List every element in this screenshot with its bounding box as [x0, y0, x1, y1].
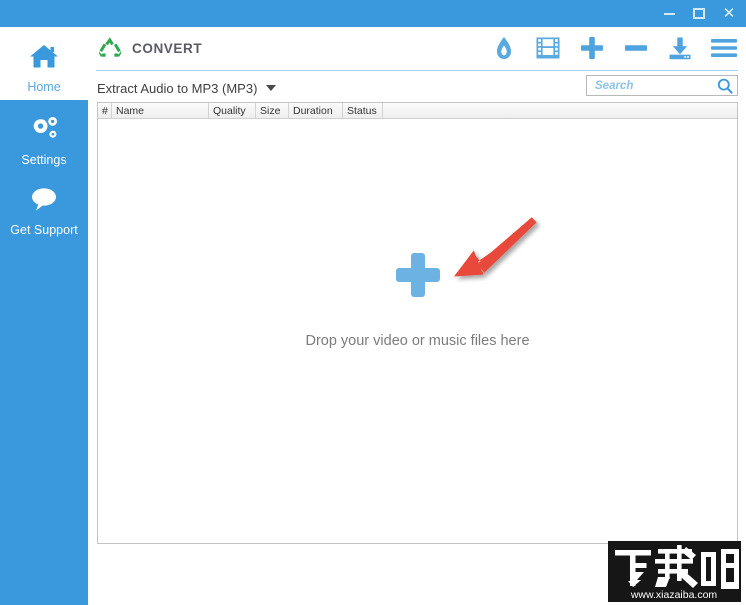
- search-icon[interactable]: [717, 78, 733, 99]
- sidebar-item-home[interactable]: Home: [0, 27, 88, 100]
- close-icon: ✕: [722, 4, 736, 22]
- speech-bubble-icon: [32, 188, 56, 211]
- search-box[interactable]: [586, 75, 738, 96]
- search-icon-glyph: [717, 78, 733, 94]
- drop-zone-message: Drop your video or music files here: [305, 333, 530, 349]
- plus-icon-glyph: [581, 37, 603, 59]
- maximize-button[interactable]: [684, 0, 714, 27]
- minimize-button[interactable]: [654, 0, 684, 27]
- gears-icon: [33, 117, 57, 138]
- column-header-size[interactable]: Size: [256, 103, 289, 118]
- brand-title: CONVERT: [132, 40, 203, 56]
- column-header-filler: [383, 103, 737, 118]
- close-button[interactable]: ✕: [714, 0, 744, 27]
- gears-icon-wrap: [0, 100, 88, 150]
- hamburger-menu-icon[interactable]: [710, 32, 738, 64]
- header-separator: [96, 70, 738, 71]
- home-icon-wrap: [0, 27, 88, 77]
- output-format-dropdown[interactable]: Extract Audio to MP3 (MP3): [97, 78, 277, 98]
- app-header: CONVERT: [88, 27, 746, 69]
- film-strip-icon-glyph: [536, 37, 560, 59]
- column-header-quality[interactable]: Quality: [209, 103, 256, 118]
- column-header-duration[interactable]: Duration: [289, 103, 343, 118]
- minimize-icon: [663, 12, 675, 15]
- minus-icon[interactable]: [622, 32, 650, 64]
- hamburger-menu-icon-glyph: [711, 39, 737, 57]
- sidebar-item-label-support: Get Support: [10, 223, 78, 237]
- main-content: CONVERT Extract Audio to MP3 (MP3) Searc…: [88, 27, 746, 605]
- chevron-down-icon: [266, 85, 277, 91]
- sidebar-item-get-support[interactable]: Get Support: [0, 170, 88, 240]
- column-header-index[interactable]: #: [98, 103, 112, 118]
- sidebar-item-label-settings: Settings: [21, 153, 67, 167]
- home-icon: [30, 44, 58, 67]
- sidebar-item-settings[interactable]: Settings: [0, 100, 88, 170]
- plus-icon[interactable]: [578, 32, 606, 64]
- brand: CONVERT: [97, 32, 202, 64]
- preset-row: Extract Audio to MP3 (MP3): [88, 75, 746, 103]
- speech-bubble-icon-wrap: [0, 170, 88, 220]
- plus-icon[interactable]: [395, 253, 440, 297]
- sidebar: Home Settings Get Support: [0, 27, 88, 605]
- application-window: ✕ Home Settings Get Support CONVERT Extr…: [0, 0, 746, 605]
- search-input[interactable]: [593, 78, 707, 93]
- download-icon-glyph: [669, 37, 691, 59]
- maximize-icon: [693, 8, 705, 19]
- title-bar: ✕: [0, 0, 746, 27]
- minus-icon-glyph: [625, 45, 647, 51]
- column-header-status[interactable]: Status: [343, 103, 383, 118]
- column-header-name[interactable]: Name: [112, 103, 209, 118]
- recycle-icon: [99, 36, 122, 57]
- download-icon[interactable]: [666, 32, 694, 64]
- sidebar-item-label-home: Home: [27, 80, 61, 94]
- flame-icon[interactable]: [490, 32, 518, 64]
- output-format-label: Extract Audio to MP3 (MP3): [97, 80, 258, 96]
- toolbar: [490, 30, 738, 66]
- file-list-panel: # Name Quality Size Duration Status Drop…: [97, 102, 738, 544]
- film-strip-icon[interactable]: [534, 32, 562, 64]
- watermark: www.xiazaiba.com: [608, 541, 741, 602]
- file-list-header: # Name Quality Size Duration Status: [98, 103, 737, 119]
- watermark-url: www.xiazaiba.com: [630, 589, 718, 601]
- file-drop-zone[interactable]: Drop your video or music files here: [98, 119, 737, 543]
- flame-icon-glyph: [497, 37, 511, 59]
